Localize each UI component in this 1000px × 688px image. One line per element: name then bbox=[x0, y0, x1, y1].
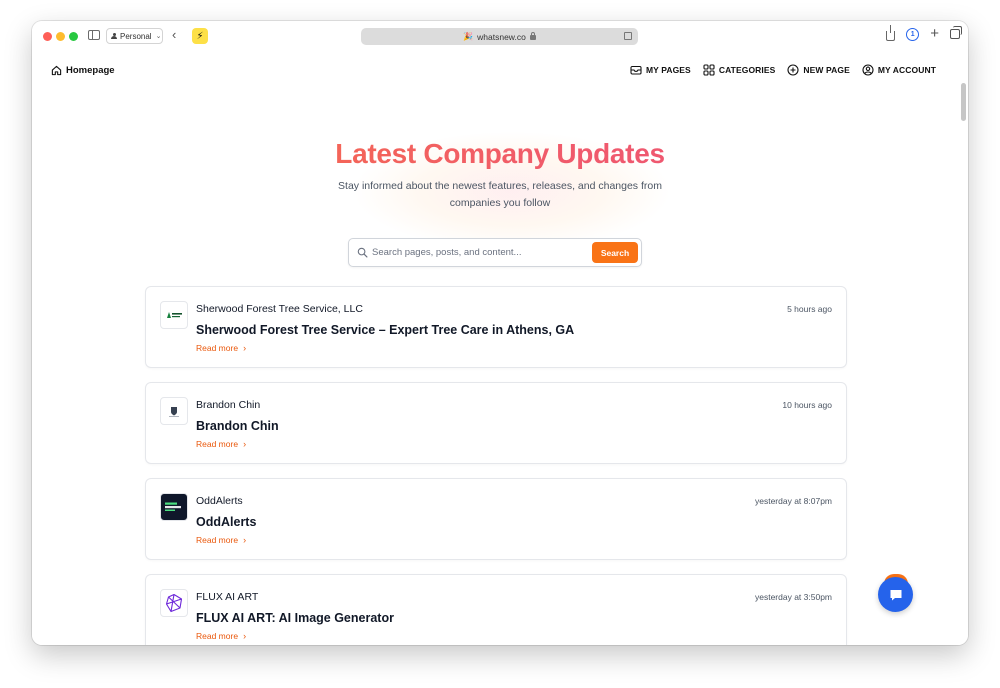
search-bar: Search bbox=[348, 238, 642, 267]
subtitle-line-1: Stay informed about the newest features,… bbox=[338, 180, 662, 192]
back-arrow-icon[interactable]: ‹ bbox=[172, 27, 176, 43]
chevron-right-icon: › bbox=[243, 343, 247, 353]
grid-icon bbox=[703, 64, 715, 76]
close-window-button[interactable] bbox=[43, 32, 52, 41]
nav-my-pages-label: MY PAGES bbox=[645, 65, 691, 75]
subtitle-line-2: companies you follow bbox=[449, 196, 551, 209]
inbox-icon bbox=[630, 64, 642, 76]
update-card[interactable]: OddAlerts yesterday at 8:07pm OddAlerts … bbox=[145, 478, 847, 560]
post-title[interactable]: Brandon Chin bbox=[196, 419, 279, 433]
minimize-window-button[interactable] bbox=[56, 32, 65, 41]
updates-feed: Sherwood Forest Tree Service, LLC 5 hour… bbox=[145, 286, 847, 645]
browser-window: Personal ⌄ ‹ ⚡ 🎉 whatsnew.co 1 + Homepag bbox=[32, 21, 968, 645]
browser-toolbar: Personal ⌄ ‹ ⚡ 🎉 whatsnew.co 1 + bbox=[32, 21, 968, 51]
person-icon bbox=[111, 32, 117, 40]
chevron-right-icon: › bbox=[243, 535, 247, 545]
new-tab-plus-icon[interactable]: + bbox=[930, 26, 939, 41]
post-title[interactable]: Sherwood Forest Tree Service – Expert Tr… bbox=[196, 323, 574, 337]
page-subtitle: Stay informed about the newest features,… bbox=[312, 178, 688, 211]
nav-new-page-label: NEW PAGE bbox=[803, 65, 850, 75]
profile-label: Personal bbox=[120, 31, 152, 41]
plus-circle-icon bbox=[787, 64, 799, 76]
nav-my-account-label: MY ACCOUNT bbox=[877, 65, 936, 75]
nav-new-page[interactable]: NEW PAGE bbox=[787, 64, 850, 76]
house-icon bbox=[51, 65, 62, 76]
read-more-link[interactable]: Read more › bbox=[196, 535, 246, 545]
post-title[interactable]: FLUX AI ART: AI Image Generator bbox=[196, 611, 394, 625]
flux-ai-art-logo bbox=[160, 589, 188, 617]
search-button[interactable]: Search bbox=[592, 242, 638, 263]
web-page: Homepage MY PAGES CATEGORIES NEW PAGE MY… bbox=[32, 51, 968, 645]
search-icon bbox=[357, 247, 368, 258]
read-more-link[interactable]: Read more › bbox=[196, 631, 246, 641]
read-more-label: Read more bbox=[196, 535, 239, 545]
chat-bubble-icon bbox=[888, 587, 904, 603]
company-name: OddAlerts bbox=[196, 495, 243, 507]
reader-icon[interactable] bbox=[624, 32, 632, 40]
sherwood-logo bbox=[160, 301, 188, 329]
post-title[interactable]: OddAlerts bbox=[196, 515, 256, 529]
homepage-label: Homepage bbox=[66, 65, 115, 76]
search-input[interactable] bbox=[372, 244, 587, 261]
homepage-link[interactable]: Homepage bbox=[51, 65, 115, 76]
chevron-right-icon: › bbox=[243, 631, 247, 641]
share-icon[interactable] bbox=[886, 25, 896, 41]
read-more-label: Read more bbox=[196, 439, 239, 449]
read-more-label: Read more bbox=[196, 631, 239, 641]
site-favicon-icon: 🎉 bbox=[463, 32, 474, 41]
scrollbar[interactable] bbox=[961, 83, 966, 121]
company-name: FLUX AI ART bbox=[196, 591, 259, 603]
company-name: Sherwood Forest Tree Service, LLC bbox=[196, 303, 363, 315]
nav-categories[interactable]: CATEGORIES bbox=[703, 64, 776, 76]
chevron-down-icon: ⌄ bbox=[155, 33, 162, 40]
address-text: whatsnew.co bbox=[477, 31, 526, 42]
timestamp: yesterday at 3:50pm bbox=[754, 592, 832, 602]
brandon-chin-logo bbox=[160, 397, 188, 425]
company-name: Brandon Chin bbox=[196, 399, 261, 411]
update-card[interactable]: FLUX AI ART yesterday at 3:50pm FLUX AI … bbox=[145, 574, 847, 645]
sidebar-toggle-icon[interactable] bbox=[88, 30, 100, 40]
password-manager-icon[interactable]: 1 bbox=[906, 27, 920, 41]
read-more-label: Read more bbox=[196, 343, 239, 353]
page-title: Latest Company Updates bbox=[32, 138, 968, 170]
nav-my-pages[interactable]: MY PAGES bbox=[630, 64, 691, 76]
nav-categories-label: CATEGORIES bbox=[718, 65, 776, 75]
timestamp: 5 hours ago bbox=[787, 304, 832, 314]
timestamp: 10 hours ago bbox=[782, 400, 832, 410]
top-navigation: Homepage MY PAGES CATEGORIES NEW PAGE MY… bbox=[32, 61, 968, 83]
nav-my-account[interactable]: MY ACCOUNT bbox=[862, 64, 936, 76]
chevron-right-icon: › bbox=[243, 439, 247, 449]
oddalerts-logo bbox=[160, 493, 188, 521]
read-more-link[interactable]: Read more › bbox=[196, 343, 246, 353]
update-card[interactable]: Sherwood Forest Tree Service, LLC 5 hour… bbox=[145, 286, 847, 368]
lock-icon bbox=[529, 32, 536, 40]
timestamp: yesterday at 8:07pm bbox=[754, 496, 832, 506]
site-favicon-icon[interactable]: ⚡ bbox=[192, 28, 208, 44]
profile-selector[interactable]: Personal ⌄ bbox=[106, 28, 163, 44]
address-bar[interactable]: 🎉 whatsnew.co bbox=[361, 28, 638, 45]
zoom-window-button[interactable] bbox=[69, 32, 78, 41]
read-more-link[interactable]: Read more › bbox=[196, 439, 246, 449]
update-card[interactable]: Brandon Chin 10 hours ago Brandon Chin R… bbox=[145, 382, 847, 464]
user-circle-icon bbox=[862, 64, 874, 76]
chat-widget-button[interactable] bbox=[878, 577, 913, 612]
tab-overview-icon[interactable] bbox=[950, 26, 962, 39]
